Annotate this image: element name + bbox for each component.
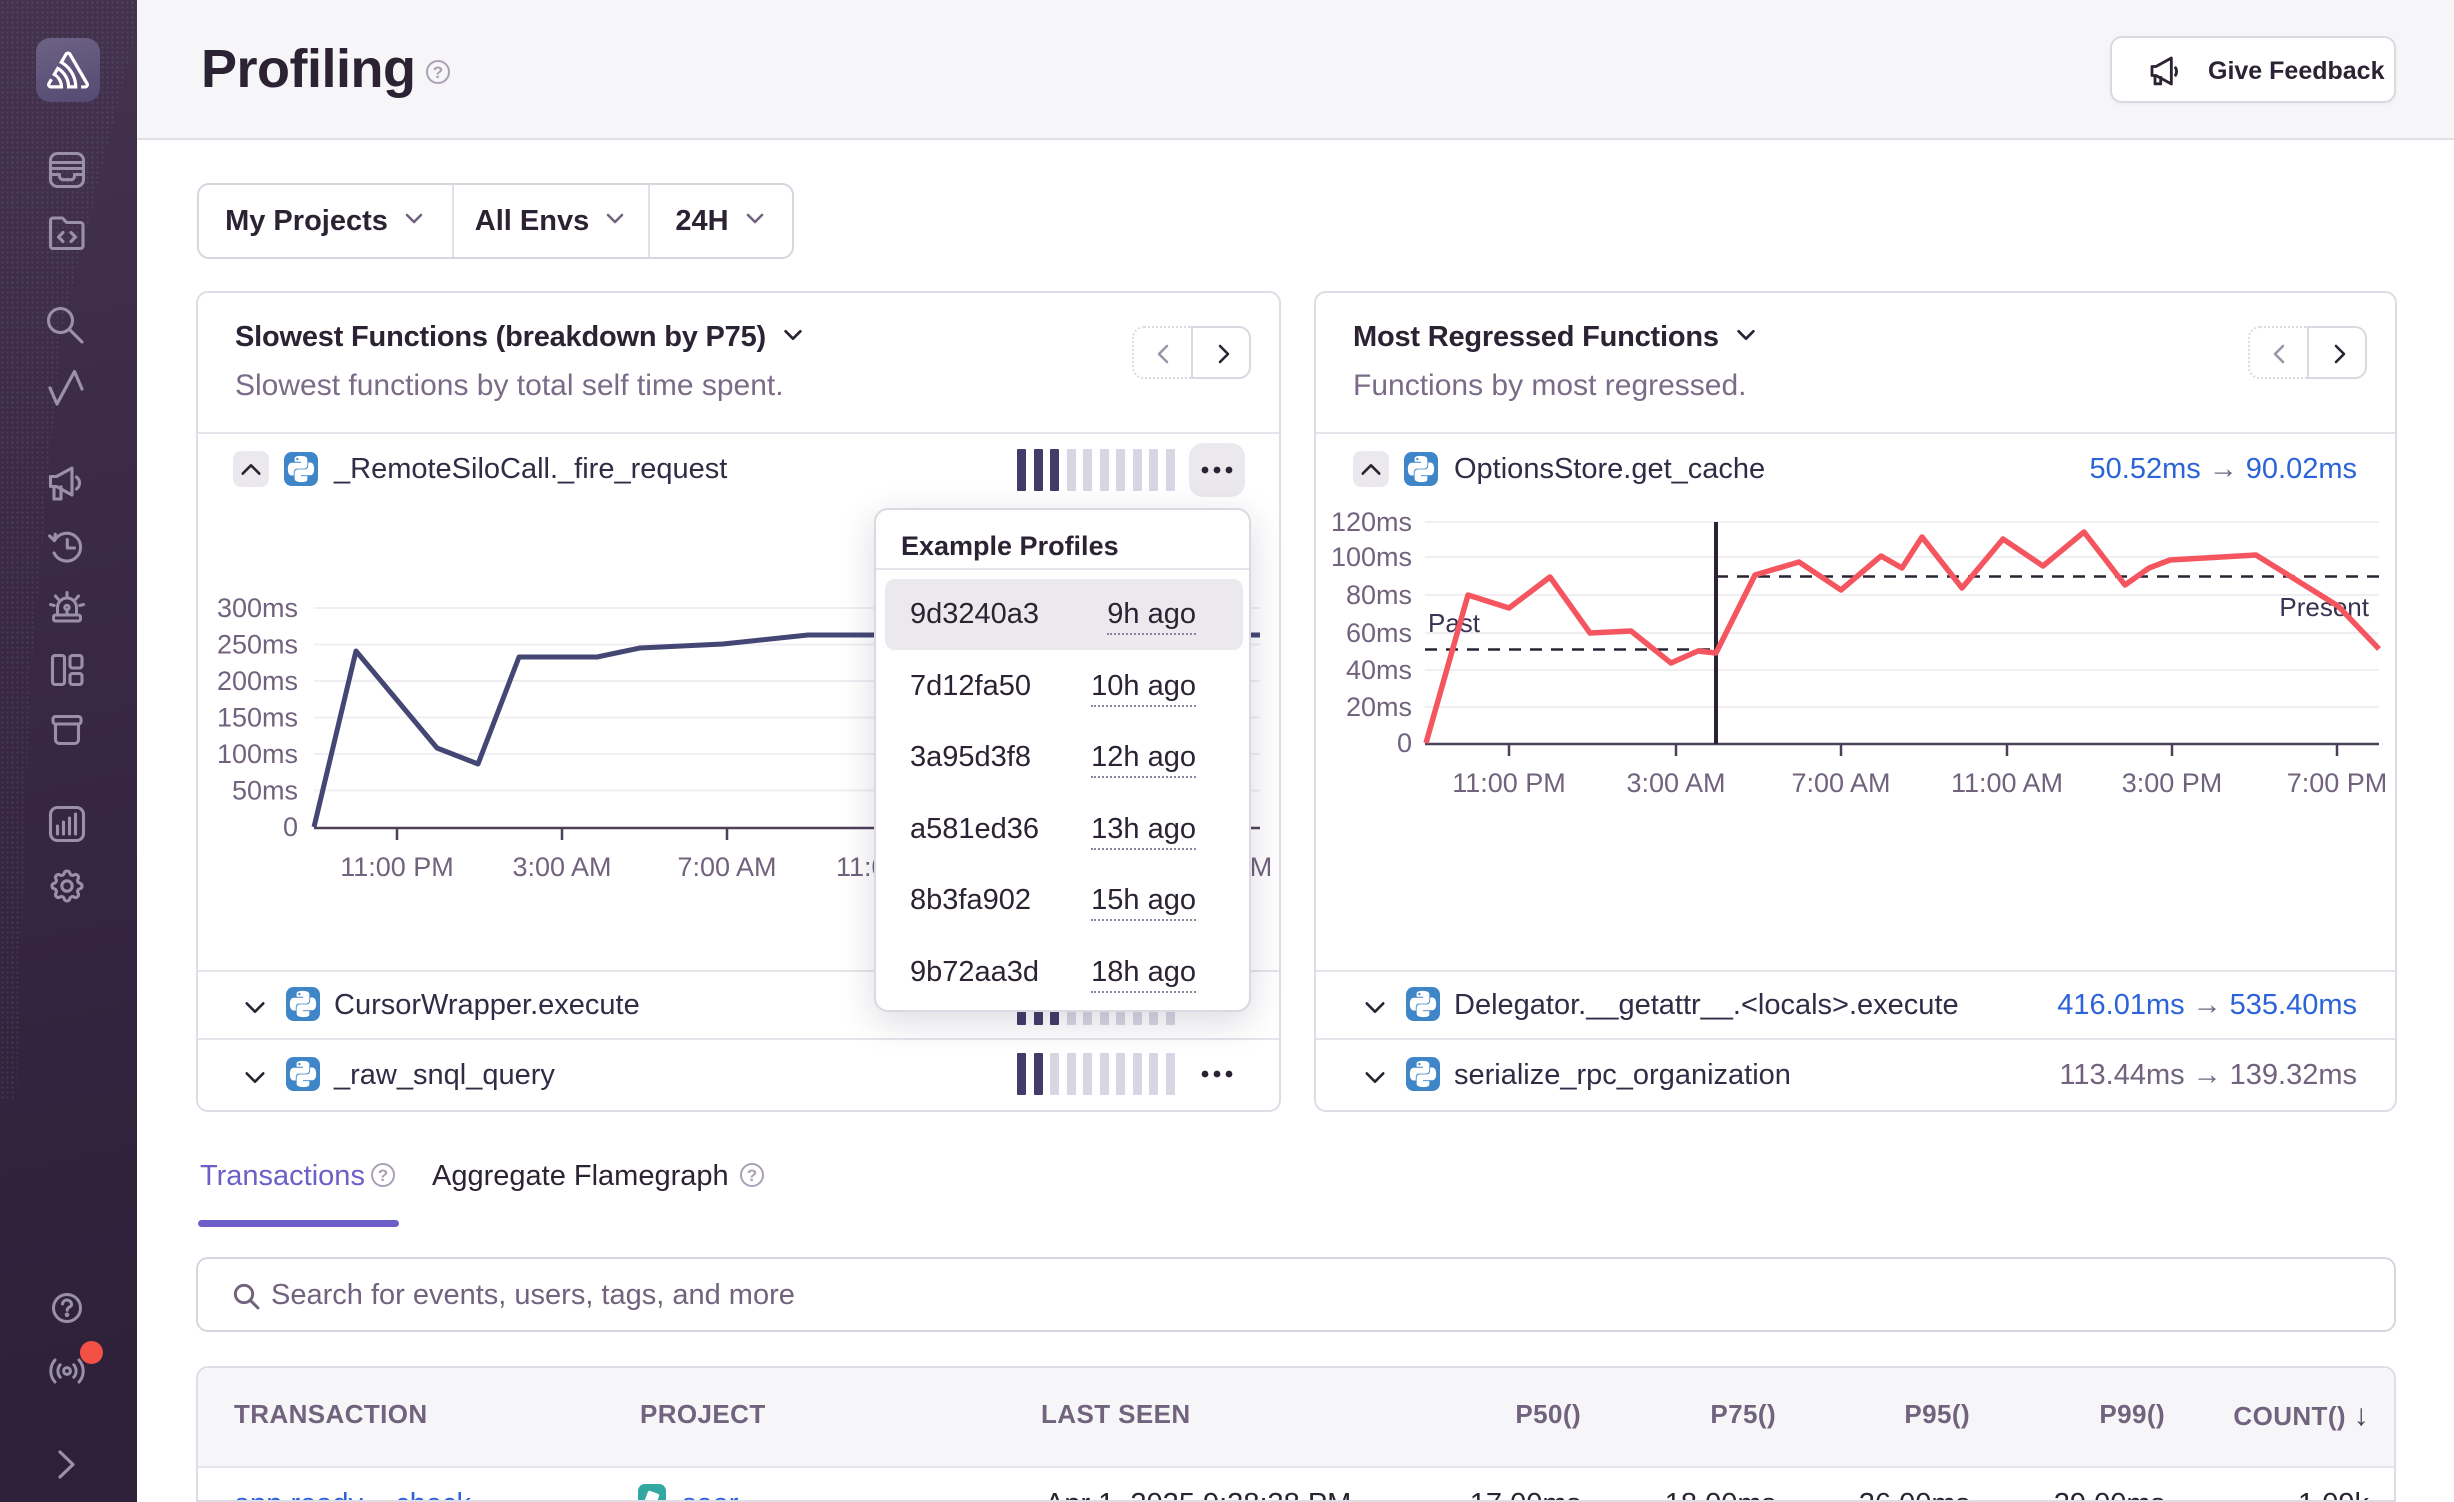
svg-text:7:00 AM: 7:00 AM (677, 852, 776, 882)
svg-text:20ms: 20ms (1346, 692, 1412, 722)
svg-text:300ms: 300ms (217, 593, 298, 623)
svg-text:40ms: 40ms (1346, 655, 1412, 685)
svg-text:120ms: 120ms (1331, 507, 1412, 537)
svg-text:50ms: 50ms (232, 776, 298, 806)
svg-text:11:00 PM: 11:00 PM (340, 852, 454, 882)
svg-text:3:00 AM: 3:00 AM (1626, 768, 1725, 798)
svg-text:0: 0 (1397, 728, 1412, 758)
svg-text:7:00 PM: 7:00 PM (2287, 768, 2388, 798)
svg-text:11:00 PM: 11:00 PM (1452, 768, 1566, 798)
svg-text:150ms: 150ms (217, 703, 298, 733)
svg-text:60ms: 60ms (1346, 618, 1412, 648)
svg-text:100ms: 100ms (217, 739, 298, 769)
svg-text:100ms: 100ms (1331, 542, 1412, 572)
svg-text:250ms: 250ms (217, 630, 298, 660)
svg-text:11:00 AM: 11:00 AM (1951, 768, 2063, 798)
svg-text:3:00 PM: 3:00 PM (2122, 768, 2223, 798)
svg-text:3:00 AM: 3:00 AM (512, 852, 611, 882)
svg-text:80ms: 80ms (1346, 580, 1412, 610)
svg-text:0: 0 (283, 812, 298, 842)
svg-text:200ms: 200ms (217, 666, 298, 696)
svg-text:7:00 AM: 7:00 AM (1791, 768, 1890, 798)
